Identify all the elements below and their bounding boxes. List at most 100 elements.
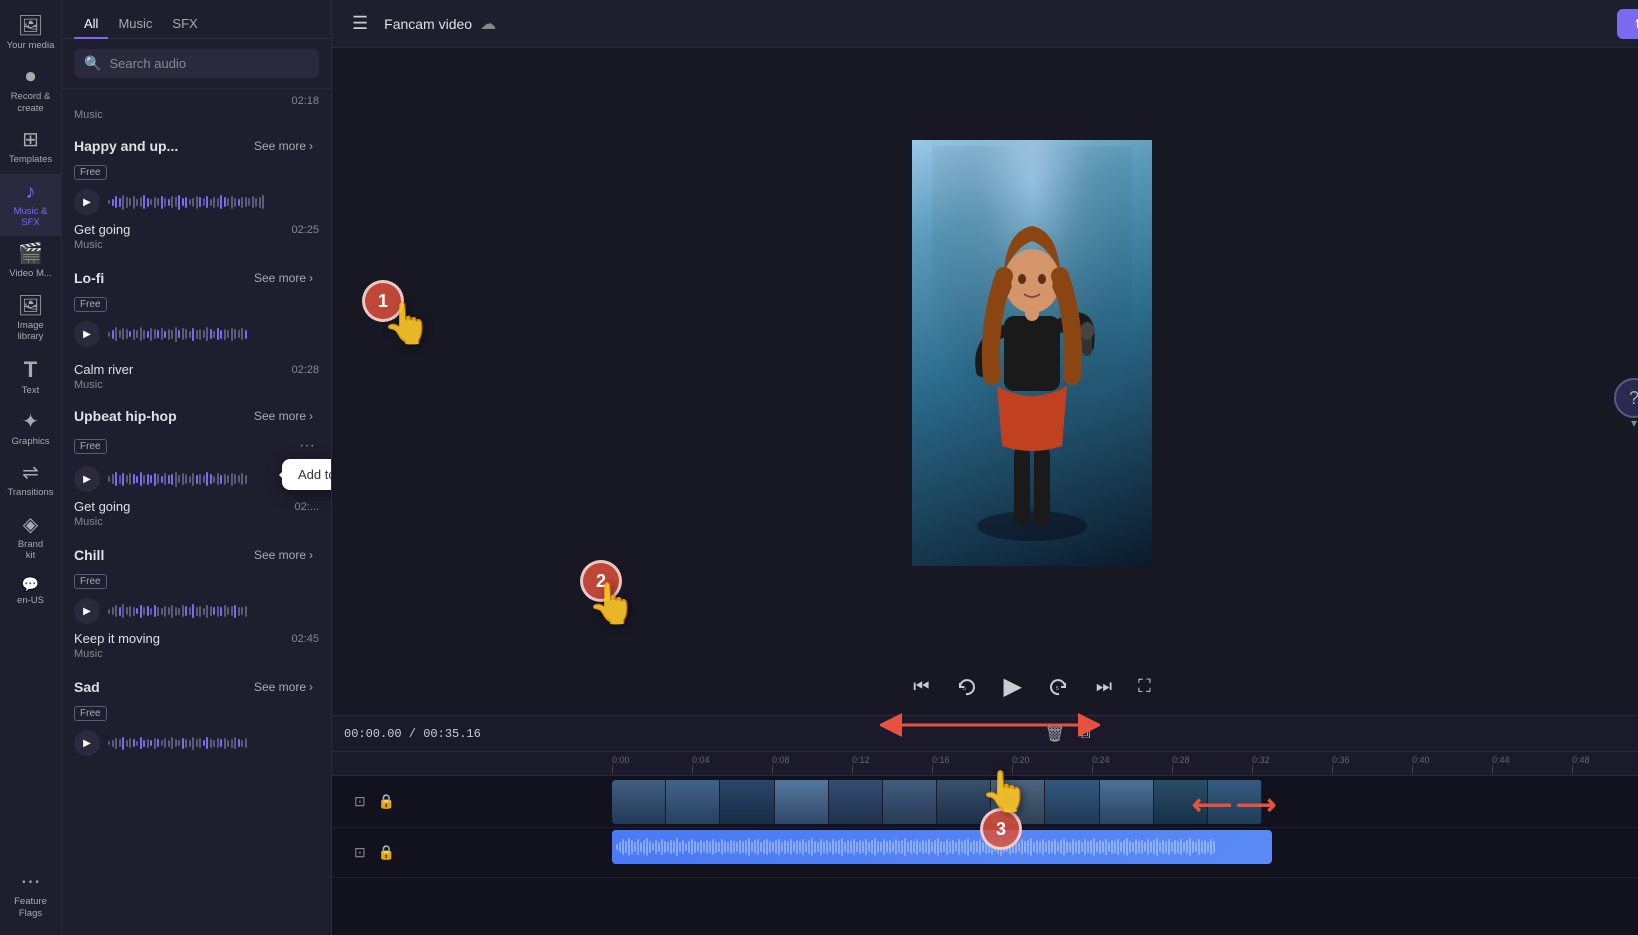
list-item[interactable]: Free ▶ Keep it moving 02:45 Music — [62, 568, 331, 668]
singer-figure — [932, 146, 1132, 566]
video-clips-strip — [612, 780, 1262, 824]
graphics-icon: ✦ — [22, 412, 39, 432]
top-bar: ☰ Fancam video ☁ ⬆ Export ▾ — [332, 0, 1638, 48]
skip-forward-button[interactable]: ⏭ — [1092, 672, 1116, 701]
sidebar-item-en-us[interactable]: 💬 en-US — [0, 569, 61, 614]
chevron-right-icon: › — [309, 409, 313, 423]
track-mute-button[interactable]: ⊡ — [352, 791, 368, 812]
video-clip[interactable] — [1100, 780, 1154, 824]
timeline-time-display: 00:00.00 / 00:35.16 — [344, 727, 481, 741]
free-badge: Free — [74, 574, 107, 589]
section-title: Chill — [74, 547, 104, 563]
sidebar-item-graphics[interactable]: ✦ Graphics — [0, 404, 61, 455]
music-waveform-block[interactable] — [612, 830, 1272, 864]
export-button[interactable]: ⬆ Export ▾ — [1617, 9, 1638, 39]
track-mute-button[interactable]: ⊡ — [352, 842, 368, 863]
play-button[interactable]: ▶ — [74, 466, 100, 492]
sidebar-item-image-library[interactable]: 🖼 Imagelibrary — [0, 288, 61, 351]
search-icon: 🔍 — [84, 55, 101, 72]
video-clip[interactable] — [883, 780, 937, 824]
cloud-icon: ☁ — [480, 14, 496, 34]
video-clip[interactable] — [1045, 780, 1099, 824]
list-item[interactable]: Free ▶ — [62, 291, 331, 356]
track-lock-button[interactable]: 🔒 — [376, 791, 397, 812]
see-more-lofi-button[interactable]: See more › — [248, 269, 319, 287]
rewind-5s-button[interactable]: 5 — [951, 672, 981, 702]
sidebar-item-templates[interactable]: ⊞ Templates — [0, 122, 61, 173]
tab-music[interactable]: Music — [108, 10, 162, 39]
left-sidebar: 🖼 Your media ⏺ Record &create ⊞ Template… — [0, 0, 62, 935]
sidebar-item-brand-kit[interactable]: ◈ Brandkit — [0, 507, 61, 570]
music-icon: ♪ — [26, 182, 36, 202]
music-list: 02:18 Music Happy and up... Fancam video… — [62, 89, 331, 935]
sidebar-item-record-create[interactable]: ⏺ Record &create — [0, 59, 61, 122]
sidebar-item-music-sfx[interactable]: ♪ Music & SFX — [0, 174, 61, 237]
section-lo-fi: Lo-fi See more › — [62, 259, 331, 291]
list-item[interactable]: Free ▶ — [62, 700, 331, 765]
see-more-chill-button[interactable]: See more › — [248, 546, 319, 564]
video-track-content[interactable]: ⟵ ⟶ — [612, 776, 1638, 827]
lang-icon: 💬 — [22, 577, 39, 591]
waveform — [108, 188, 319, 216]
add-to-timeline-popup[interactable]: Add to timeline — [282, 459, 331, 490]
your-media-icon: 🖼 — [18, 16, 43, 36]
chevron-right-icon: › — [309, 548, 313, 562]
music-track-content[interactable]: T GROOVY — [612, 828, 1638, 877]
tab-all[interactable]: All — [74, 10, 108, 39]
hamburger-button[interactable]: ☰ — [348, 9, 372, 38]
forward-5s-button[interactable]: 5 — [1044, 672, 1074, 702]
see-more-upbeat-button[interactable]: See more › — [248, 407, 319, 425]
sidebar-item-your-media[interactable]: 🖼 Your media — [0, 8, 61, 59]
play-button[interactable]: ▶ — [74, 321, 100, 347]
sidebar-item-transitions[interactable]: ⇌ Transitions — [0, 455, 61, 506]
sidebar-item-video-m[interactable]: 🎬 Video M... — [0, 236, 61, 287]
section-upbeat-hip-hop: Upbeat hip-hop See more › — [62, 397, 331, 429]
search-input[interactable] — [109, 56, 309, 71]
image-library-icon: 🖼 — [18, 296, 43, 316]
video-clip[interactable] — [829, 780, 883, 824]
see-more-sad-button[interactable]: See more › — [248, 678, 319, 696]
svg-text:5: 5 — [1056, 686, 1059, 692]
sidebar-item-text[interactable]: T Text — [0, 351, 61, 404]
sidebar-item-feature-flags[interactable]: ⋯ FeatureFlags — [0, 864, 61, 927]
section-title: Happy and up... — [74, 138, 178, 154]
text-icon: T — [24, 359, 37, 381]
feature-flags-icon: ⋯ — [21, 872, 41, 892]
skip-back-button[interactable]: ⏮ — [909, 672, 933, 701]
project-name: Fancam video ☁ — [384, 14, 496, 34]
chevron-right-icon: › — [309, 680, 313, 694]
video-frame — [912, 140, 1152, 566]
see-more-happy-button[interactable]: Fancam video See more › — [248, 137, 319, 155]
list-item: 02:18 Music — [62, 89, 331, 127]
video-clip[interactable] — [775, 780, 829, 824]
play-button[interactable]: ▶ — [74, 598, 100, 624]
track-lock-button[interactable]: 🔒 — [376, 842, 397, 863]
sidebar-item-label: Transitions — [7, 487, 53, 498]
sidebar-item-label: Graphics — [11, 436, 49, 447]
list-item[interactable]: Calm river 02:28 Music — [62, 356, 331, 397]
brand-kit-icon: ◈ — [23, 515, 38, 535]
record-icon: ⏺ — [26, 67, 36, 87]
chevron-right-icon: › — [309, 139, 313, 153]
sidebar-item-label: Templates — [9, 154, 52, 165]
video-clip[interactable] — [666, 780, 720, 824]
play-button[interactable]: ▶ — [74, 189, 100, 215]
more-options-button[interactable]: ··· — [295, 435, 319, 457]
free-badge: Free — [74, 439, 107, 454]
play-button[interactable]: ▶ — [74, 730, 100, 756]
free-badge: Free — [74, 165, 107, 180]
upload-icon: ⬆ — [1633, 16, 1638, 32]
tab-sfx[interactable]: SFX — [162, 10, 207, 39]
help-button[interactable]: ? — [1614, 378, 1638, 418]
search-area: 🔍 — [62, 39, 331, 89]
waveform — [108, 729, 319, 757]
fullscreen-button[interactable]: ⛶ — [1134, 672, 1155, 701]
trim-arrows: ⟵ ⟶ — [1192, 788, 1276, 821]
video-clip[interactable] — [612, 780, 666, 824]
help-dropdown-indicator[interactable]: ▾ — [1614, 416, 1638, 430]
tutorial-cursor1: 👆 — [382, 300, 432, 347]
list-item[interactable]: Free ··· ▶ Get going 02:... Music Add to… — [62, 429, 331, 536]
list-item[interactable]: Free ▶ Get going 02:25 Music — [62, 159, 331, 259]
video-track-label: ⊡ 🔒 — [332, 791, 612, 812]
video-clip[interactable] — [720, 780, 774, 824]
